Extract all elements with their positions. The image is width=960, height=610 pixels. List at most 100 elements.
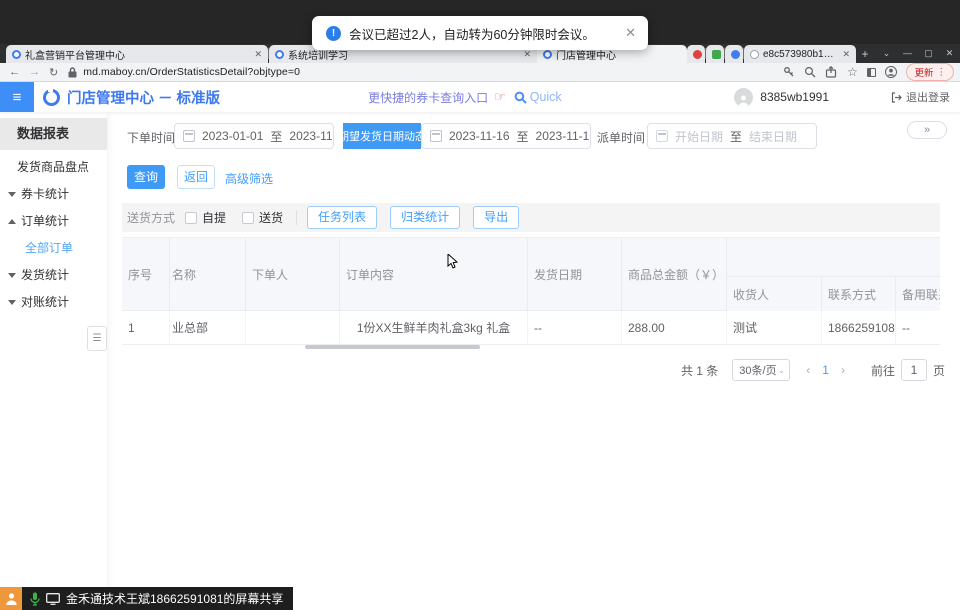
sidebar-item-shipping-inventory[interactable]: 发货商品盘点 <box>0 156 107 178</box>
screenshot-root: 礼盒营销平台管理中心 ✕ 系统培训学习 ✕ 门店管理中心 e8c573980b1… <box>0 0 960 610</box>
pagination: 共 1 条 30条/页 ⌄ ‹ 1 › 前往 1 页 <box>681 359 945 381</box>
pickup-label: 自提 <box>202 209 226 226</box>
category-stats-button[interactable]: 归类统计 <box>390 206 460 229</box>
collapse-icon: ☰ <box>93 333 102 344</box>
delivery-checkbox[interactable] <box>242 212 254 224</box>
key-icon[interactable] <box>783 66 795 78</box>
prev-page-button[interactable]: ‹ <box>806 363 810 377</box>
close-icon[interactable]: ✕ <box>625 25 636 41</box>
tab-title: 礼盒营销平台管理中心 <box>25 47 248 62</box>
logout-button[interactable]: 退出登录 <box>891 89 950 105</box>
page-unit-label: 页 <box>933 362 945 379</box>
orders-table: 序号 名称 下单人 订单内容 发货日期 商品总金额（￥） 收货人 联系方式 备用… <box>122 237 940 345</box>
col-contact: 联系方式 <box>822 277 896 311</box>
window-controls: ⌄ — ▢ ✕ <box>876 44 960 63</box>
screen-share-icon <box>46 593 60 605</box>
new-tab-button[interactable]: + <box>856 44 874 63</box>
share-avatar <box>0 587 22 610</box>
chevron-down-icon <box>8 192 16 197</box>
main-content: 下单时间 2023-01-01 至 2023-11-21 期望发货日期动态 20… <box>107 112 960 610</box>
advanced-filter-link[interactable]: 高级筛选 <box>225 170 273 187</box>
quick-label: Quick <box>530 90 562 104</box>
table-row[interactable]: 1 业总部 1份XX生鲜羊肉礼盒3kg 礼盒 -- 288.00 测试 1866… <box>122 311 940 345</box>
share-status-pill: 金禾通技术王斌18662591081的屏幕共享 <box>22 587 293 610</box>
profile-icon[interactable] <box>885 66 897 78</box>
side-panel-icon[interactable] <box>867 68 876 77</box>
current-page-button[interactable]: 1 <box>822 363 829 377</box>
dispatch-time-range-input[interactable]: 开始日期 至 结束日期 <box>647 123 817 149</box>
url-text[interactable]: md.maboy.cn/OrderStatisticsDetail?objtyp… <box>83 66 300 78</box>
app-logo-icon <box>43 89 60 106</box>
sidebar-collapse-toggle[interactable]: ☰ <box>87 326 107 351</box>
query-button[interactable]: 查询 <box>127 165 165 189</box>
header-user-area: 8385wb1991 退出登录 <box>734 88 960 107</box>
browser-tab-7[interactable]: e8c573980b1328a258fd2e6i8 ✕ <box>744 45 856 63</box>
pickup-checkbox[interactable] <box>185 212 197 224</box>
chevron-down-icon: ⌄ <box>778 365 786 376</box>
sidebar-item-shipping-stats[interactable]: 发货统计 <box>0 264 107 286</box>
minimize-icon[interactable]: — <box>897 44 918 63</box>
browser-tab-1[interactable]: 礼盒营销平台管理中心 ✕ <box>6 45 268 63</box>
address-bar-actions: ☆ 更新 ⋮ <box>783 63 960 81</box>
export-button[interactable]: 导出 <box>473 206 519 229</box>
site-favicon <box>275 50 284 59</box>
forward-icon[interactable]: → <box>29 66 40 78</box>
close-window-icon[interactable]: ✕ <box>939 44 960 63</box>
table-header: 序号 名称 下单人 订单内容 发货日期 商品总金额（￥） 收货人 联系方式 备用… <box>122 238 940 311</box>
sidebar-item-reconciliation-stats[interactable]: 对账统计 <box>0 291 107 313</box>
browser-tab-4[interactable] <box>687 45 705 63</box>
logout-icon <box>891 92 902 103</box>
search-icon <box>514 91 527 104</box>
sidebar-item-coupon-stats[interactable]: 券卡统计 <box>0 183 107 205</box>
next-page-button[interactable]: › <box>841 363 845 377</box>
update-label: 更新 <box>914 65 933 79</box>
blue-favicon <box>731 50 740 59</box>
chrome-update-button[interactable]: 更新 ⋮ <box>906 63 954 81</box>
expand-filters-button[interactable]: » <box>907 121 947 139</box>
dispatch-time-label: 派单时间 <box>597 129 645 146</box>
red-favicon <box>693 50 702 59</box>
browser-tab-6[interactable] <box>725 45 743 63</box>
tab-close-icon[interactable]: ✕ <box>840 49 850 60</box>
page-size-select[interactable]: 30条/页 ⌄ <box>732 359 790 381</box>
col-group-receiver: 收货人 联系方式 备用联系方式 <box>727 238 940 311</box>
person-icon <box>5 592 18 605</box>
expected-ship-date-badge[interactable]: 期望发货日期动态 <box>343 123 421 149</box>
back-icon[interactable]: ← <box>9 66 20 78</box>
sidebar-item-order-stats[interactable]: 订单统计 <box>0 210 107 232</box>
app-title: 门店管理中心 － 标准版 <box>67 87 220 108</box>
user-avatar[interactable] <box>734 88 753 107</box>
tab-close-icon[interactable]: ✕ <box>521 49 531 60</box>
share-icon[interactable] <box>825 66 837 78</box>
col-index: 序号 <box>122 238 170 311</box>
quick-search-link[interactable]: Quick <box>514 90 562 104</box>
browser-tab-5[interactable] <box>706 45 724 63</box>
bookmark-star-icon[interactable]: ☆ <box>846 66 858 78</box>
tab-title: e8c573980b1328a258fd2e6i8 <box>763 49 836 60</box>
col-ship-date: 发货日期 <box>528 238 622 311</box>
site-favicon <box>12 50 21 59</box>
expected-ship-date-range-input[interactable]: 2023-11-16 至 2023-11-16 <box>421 123 591 149</box>
goto-page-input[interactable]: 1 <box>901 359 927 381</box>
group-header-spacer <box>727 238 940 277</box>
toast-message: 会议已超过2人，自动转为60分钟限时会议。 <box>349 24 595 43</box>
zoom-icon[interactable] <box>804 66 816 78</box>
sidebar-item-all-orders[interactable]: 全部订单 <box>0 237 107 259</box>
tab-search-icon[interactable]: ⌄ <box>876 44 897 63</box>
microphone-icon <box>30 592 40 606</box>
tab-close-icon[interactable]: ✕ <box>252 49 262 60</box>
order-time-range-input[interactable]: 2023-01-01 至 2023-11-21 <box>174 123 334 149</box>
back-button[interactable]: 返回 <box>177 165 215 189</box>
hamburger-menu-button[interactable]: ≡ <box>0 82 34 112</box>
chevron-down-icon <box>8 300 16 305</box>
pointing-hand-icon: ☞ <box>494 89 506 105</box>
reload-icon[interactable]: ↻ <box>49 66 58 79</box>
table-toolbar: 送货方式 自提 送货 任务列表 归类统计 导出 <box>122 203 940 232</box>
calendar-icon <box>183 130 195 142</box>
task-list-button[interactable]: 任务列表 <box>307 206 377 229</box>
horizontal-scrollbar-thumb[interactable] <box>305 345 480 349</box>
sidebar: 数据报表 发货商品盘点 券卡统计 订单统计 全部订单 发货统计 对账统计 ☰ <box>0 112 107 610</box>
promo-link[interactable]: 更快捷的券卡查询入口 <box>368 89 488 106</box>
maximize-icon[interactable]: ▢ <box>918 44 939 63</box>
toolbar-divider <box>296 210 297 225</box>
